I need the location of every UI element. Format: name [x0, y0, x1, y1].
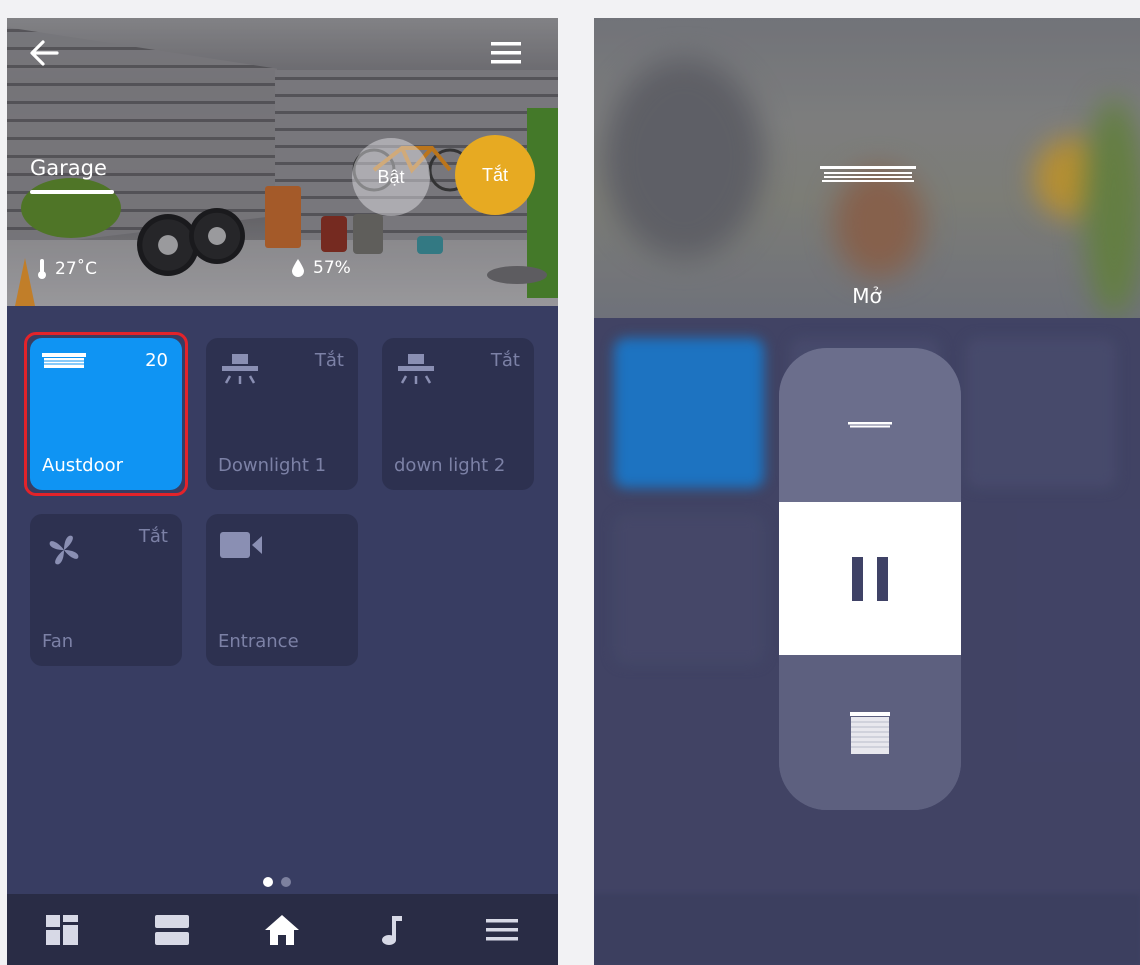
device-state: Tắt [138, 526, 168, 547]
temperature-value: 27˚C [55, 259, 98, 279]
ceiling-light-icon [222, 354, 258, 384]
menu-icon[interactable] [489, 40, 523, 66]
water-drop-icon [292, 259, 304, 277]
device-state: Tắt [314, 350, 344, 371]
window-blind-status-icon [820, 166, 916, 182]
room-screen: Garage 27˚C 57% Bật Tắt 20 Austdoor Tắt … [7, 18, 558, 965]
nav-rooms[interactable] [117, 894, 227, 965]
hamburger-menu-icon [486, 918, 518, 940]
dashboard-grid-icon [46, 914, 78, 945]
device-tile-downlight-1[interactable]: Tắt Downlight 1 [206, 338, 358, 490]
selection-highlight [24, 332, 188, 496]
blind-closed-icon [850, 711, 890, 754]
temperature-readout: 27˚C [37, 258, 97, 280]
device-name: Entrance [218, 631, 299, 652]
device-tile-entrance[interactable]: Entrance [206, 514, 358, 666]
ceiling-light-icon [398, 354, 434, 384]
video-camera-icon [220, 532, 262, 558]
device-tile-fan[interactable]: Tắt Fan [30, 514, 182, 666]
blind-open-icon [848, 422, 892, 428]
device-name: down light 2 [394, 455, 506, 476]
nav-music[interactable] [337, 894, 447, 965]
scene-off-button[interactable]: Tắt [455, 135, 535, 215]
device-tile-down-light-2[interactable]: Tắt down light 2 [382, 338, 534, 490]
page-dot[interactable] [281, 877, 291, 887]
humidity-value: 57% [313, 258, 351, 278]
thermometer-icon [38, 259, 46, 279]
page-indicator [263, 877, 291, 887]
room-tab-indicator [30, 190, 114, 194]
device-state: Tắt [490, 350, 520, 371]
device-name: Downlight 1 [218, 455, 327, 476]
fan-icon [49, 535, 79, 565]
page-dot-active[interactable] [263, 877, 273, 887]
nav-more[interactable] [447, 894, 557, 965]
blind-close-button[interactable] [779, 655, 961, 810]
blind-control-overlay: Mở [594, 18, 1140, 965]
humidity-readout: 57% [291, 258, 351, 278]
blind-open-button[interactable] [779, 348, 961, 502]
music-note-icon [382, 915, 402, 945]
blind-control-panel [779, 348, 961, 810]
blurred-bottom-navigation [594, 894, 1140, 965]
room-title[interactable]: Garage [30, 156, 107, 180]
blind-status-label: Mở [852, 284, 882, 308]
nav-home[interactable] [227, 894, 337, 965]
blind-pause-button[interactable] [779, 502, 961, 655]
scene-on-button[interactable]: Bật [352, 138, 430, 216]
bottom-navigation [7, 894, 558, 965]
device-name: Fan [42, 631, 74, 652]
rooms-list-icon [155, 914, 189, 945]
home-icon [265, 914, 299, 945]
nav-dashboard[interactable] [7, 894, 117, 965]
pause-icon [852, 556, 888, 601]
back-arrow-icon[interactable] [27, 38, 61, 68]
